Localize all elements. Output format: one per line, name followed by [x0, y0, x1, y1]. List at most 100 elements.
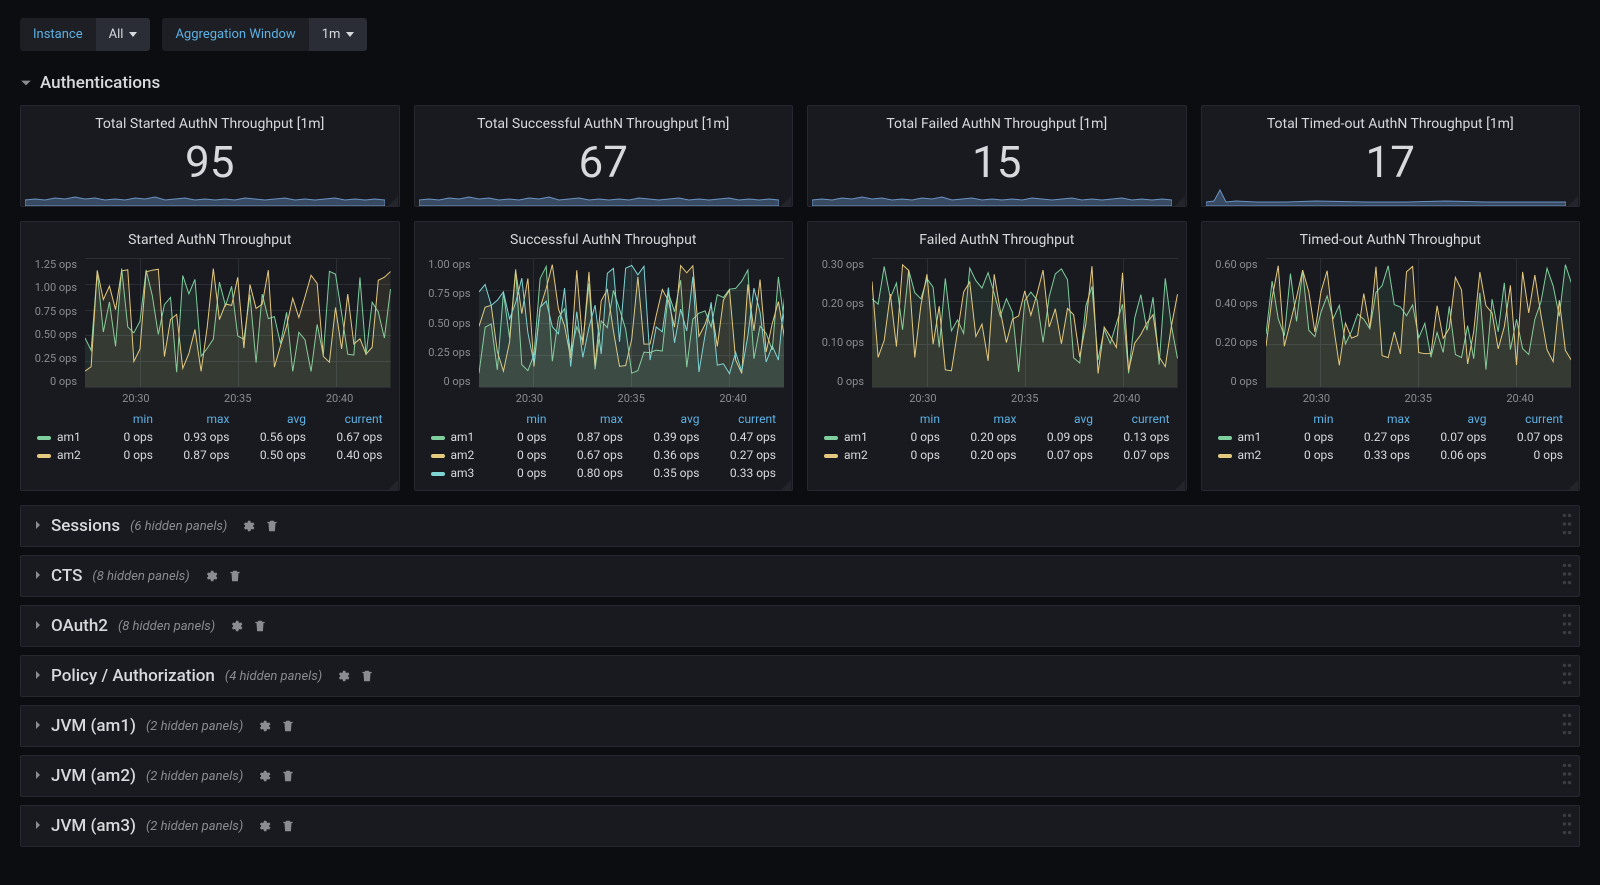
legend-header[interactable]: avg: [1416, 410, 1493, 428]
trash-icon[interactable]: [360, 669, 374, 683]
legend-header[interactable]: min: [498, 410, 553, 428]
chevron-down-icon: [20, 77, 32, 89]
legend-header[interactable]: min: [891, 410, 946, 428]
legend-cell: 0.27 ops: [1339, 428, 1416, 446]
collapsed-row[interactable]: JVM (am2) (2 hidden panels): [20, 755, 1580, 797]
trash-icon[interactable]: [281, 819, 295, 833]
trash-icon[interactable]: [228, 569, 242, 583]
gear-icon[interactable]: [257, 769, 271, 783]
legend-row[interactable]: am1 0 ops0.20 ops0.09 ops0.13 ops: [818, 428, 1176, 446]
legend-cell: 0.87 ops: [159, 446, 236, 464]
legend-header[interactable]: current: [1099, 410, 1176, 428]
y-tick-label: 1.00 ops: [419, 258, 471, 271]
legend-header[interactable]: current: [312, 410, 389, 428]
legend-header[interactable]: min: [104, 410, 159, 428]
row-header-authentications[interactable]: Authentications: [20, 69, 1580, 105]
stat-panel[interactable]: Total Failed AuthN Throughput [1m] 15: [807, 105, 1187, 207]
row-title: JVM (am2): [51, 766, 136, 786]
aggregation-filter: Aggregation Window 1m: [162, 18, 367, 51]
legend-cell: 0.40 ops: [312, 446, 389, 464]
resize-handle-icon[interactable]: [781, 195, 791, 205]
legend-header[interactable]: avg: [1022, 410, 1099, 428]
plot-area[interactable]: [479, 258, 785, 388]
collapsed-row[interactable]: JVM (am3) (2 hidden panels): [20, 805, 1580, 847]
gear-icon[interactable]: [241, 519, 255, 533]
collapsed-row[interactable]: JVM (am1) (2 hidden panels): [20, 705, 1580, 747]
stat-panel[interactable]: Total Started AuthN Throughput [1m] 95: [20, 105, 400, 207]
legend-header[interactable]: avg: [629, 410, 706, 428]
legend-header[interactable]: min: [1285, 410, 1340, 428]
legend-row[interactable]: am2 0 ops0.87 ops0.50 ops0.40 ops: [31, 446, 389, 464]
resize-handle-icon[interactable]: [1175, 195, 1185, 205]
row-hidden-count: (2 hidden panels): [146, 719, 243, 734]
resize-handle-icon[interactable]: [1568, 195, 1578, 205]
panel-title: Total Successful AuthN Throughput [1m]: [415, 106, 793, 136]
resize-handle-icon[interactable]: [388, 195, 398, 205]
drag-handle-icon[interactable]: [1561, 762, 1573, 790]
legend-header[interactable]: max: [946, 410, 1023, 428]
drag-handle-icon[interactable]: [1561, 612, 1573, 640]
legend-cell: 0.80 ops: [552, 464, 629, 482]
legend-row[interactable]: am1 0 ops0.87 ops0.39 ops0.47 ops: [425, 428, 783, 446]
legend: minmaxavgcurrent am1 0 ops0.93 ops0.56 o…: [21, 404, 399, 472]
gear-icon[interactable]: [229, 619, 243, 633]
legend-header[interactable]: [31, 410, 104, 428]
stat-panel[interactable]: Total Successful AuthN Throughput [1m] 6…: [414, 105, 794, 207]
resize-handle-icon[interactable]: [1568, 479, 1578, 489]
legend-row[interactable]: am3 0 ops0.80 ops0.35 ops0.33 ops: [425, 464, 783, 482]
legend-row[interactable]: am1 0 ops0.93 ops0.56 ops0.67 ops: [31, 428, 389, 446]
y-axis: 0.60 ops0.40 ops0.20 ops0 ops: [1206, 258, 1262, 388]
legend-header[interactable]: [818, 410, 891, 428]
trash-icon[interactable]: [281, 769, 295, 783]
legend-header[interactable]: [1212, 410, 1285, 428]
y-tick-label: 0 ops: [419, 375, 471, 388]
instance-filter-dropdown[interactable]: All: [96, 18, 151, 51]
legend-header[interactable]: max: [159, 410, 236, 428]
collapsed-row[interactable]: Sessions (6 hidden panels): [20, 505, 1580, 547]
legend-header[interactable]: avg: [235, 410, 312, 428]
trash-icon[interactable]: [253, 619, 267, 633]
gear-icon[interactable]: [204, 569, 218, 583]
drag-handle-icon[interactable]: [1561, 712, 1573, 740]
legend-cell: 0.56 ops: [235, 428, 312, 446]
resize-handle-icon[interactable]: [781, 479, 791, 489]
stat-panel[interactable]: Total Timed-out AuthN Throughput [1m] 17: [1201, 105, 1581, 207]
plot-area[interactable]: [872, 258, 1178, 388]
x-tick-label: 20:35: [1405, 392, 1432, 404]
graph-panel[interactable]: Timed-out AuthN Throughput 0.60 ops0.40 …: [1201, 221, 1581, 491]
graph-panel[interactable]: Started AuthN Throughput 1.25 ops1.00 op…: [20, 221, 400, 491]
resize-handle-icon[interactable]: [1175, 479, 1185, 489]
legend-header[interactable]: [425, 410, 498, 428]
aggregation-filter-dropdown[interactable]: 1m: [309, 18, 368, 51]
collapsed-row[interactable]: OAuth2 (8 hidden panels): [20, 605, 1580, 647]
legend-header[interactable]: current: [705, 410, 782, 428]
plot-area[interactable]: [1266, 258, 1572, 388]
x-tick-label: 20:35: [1011, 392, 1038, 404]
drag-handle-icon[interactable]: [1561, 812, 1573, 840]
row-hidden-count: (2 hidden panels): [146, 769, 243, 784]
graph-panel[interactable]: Successful AuthN Throughput 1.00 ops0.75…: [414, 221, 794, 491]
graph-panel[interactable]: Failed AuthN Throughput 0.30 ops0.20 ops…: [807, 221, 1187, 491]
legend-row[interactable]: am2 0 ops0.33 ops0.06 ops0 ops: [1212, 446, 1570, 464]
legend-header[interactable]: max: [552, 410, 629, 428]
drag-handle-icon[interactable]: [1561, 562, 1573, 590]
trash-icon[interactable]: [281, 719, 295, 733]
row-hidden-count: (6 hidden panels): [130, 519, 227, 534]
trash-icon[interactable]: [265, 519, 279, 533]
gear-icon[interactable]: [257, 819, 271, 833]
drag-handle-icon[interactable]: [1561, 512, 1573, 540]
gear-icon[interactable]: [336, 669, 350, 683]
legend-header[interactable]: max: [1339, 410, 1416, 428]
y-tick-label: 0 ops: [25, 375, 77, 388]
gear-icon[interactable]: [257, 719, 271, 733]
drag-handle-icon[interactable]: [1561, 662, 1573, 690]
collapsed-row[interactable]: CTS (8 hidden panels): [20, 555, 1580, 597]
collapsed-row[interactable]: Policy / Authorization (4 hidden panels): [20, 655, 1580, 697]
plot-area[interactable]: [85, 258, 391, 388]
resize-handle-icon[interactable]: [388, 479, 398, 489]
legend-row[interactable]: am1 0 ops0.27 ops0.07 ops0.07 ops: [1212, 428, 1570, 446]
legend-row[interactable]: am2 0 ops0.20 ops0.07 ops0.07 ops: [818, 446, 1176, 464]
legend-row[interactable]: am2 0 ops0.67 ops0.36 ops0.27 ops: [425, 446, 783, 464]
legend-header[interactable]: current: [1492, 410, 1569, 428]
row-title: OAuth2: [51, 616, 108, 636]
